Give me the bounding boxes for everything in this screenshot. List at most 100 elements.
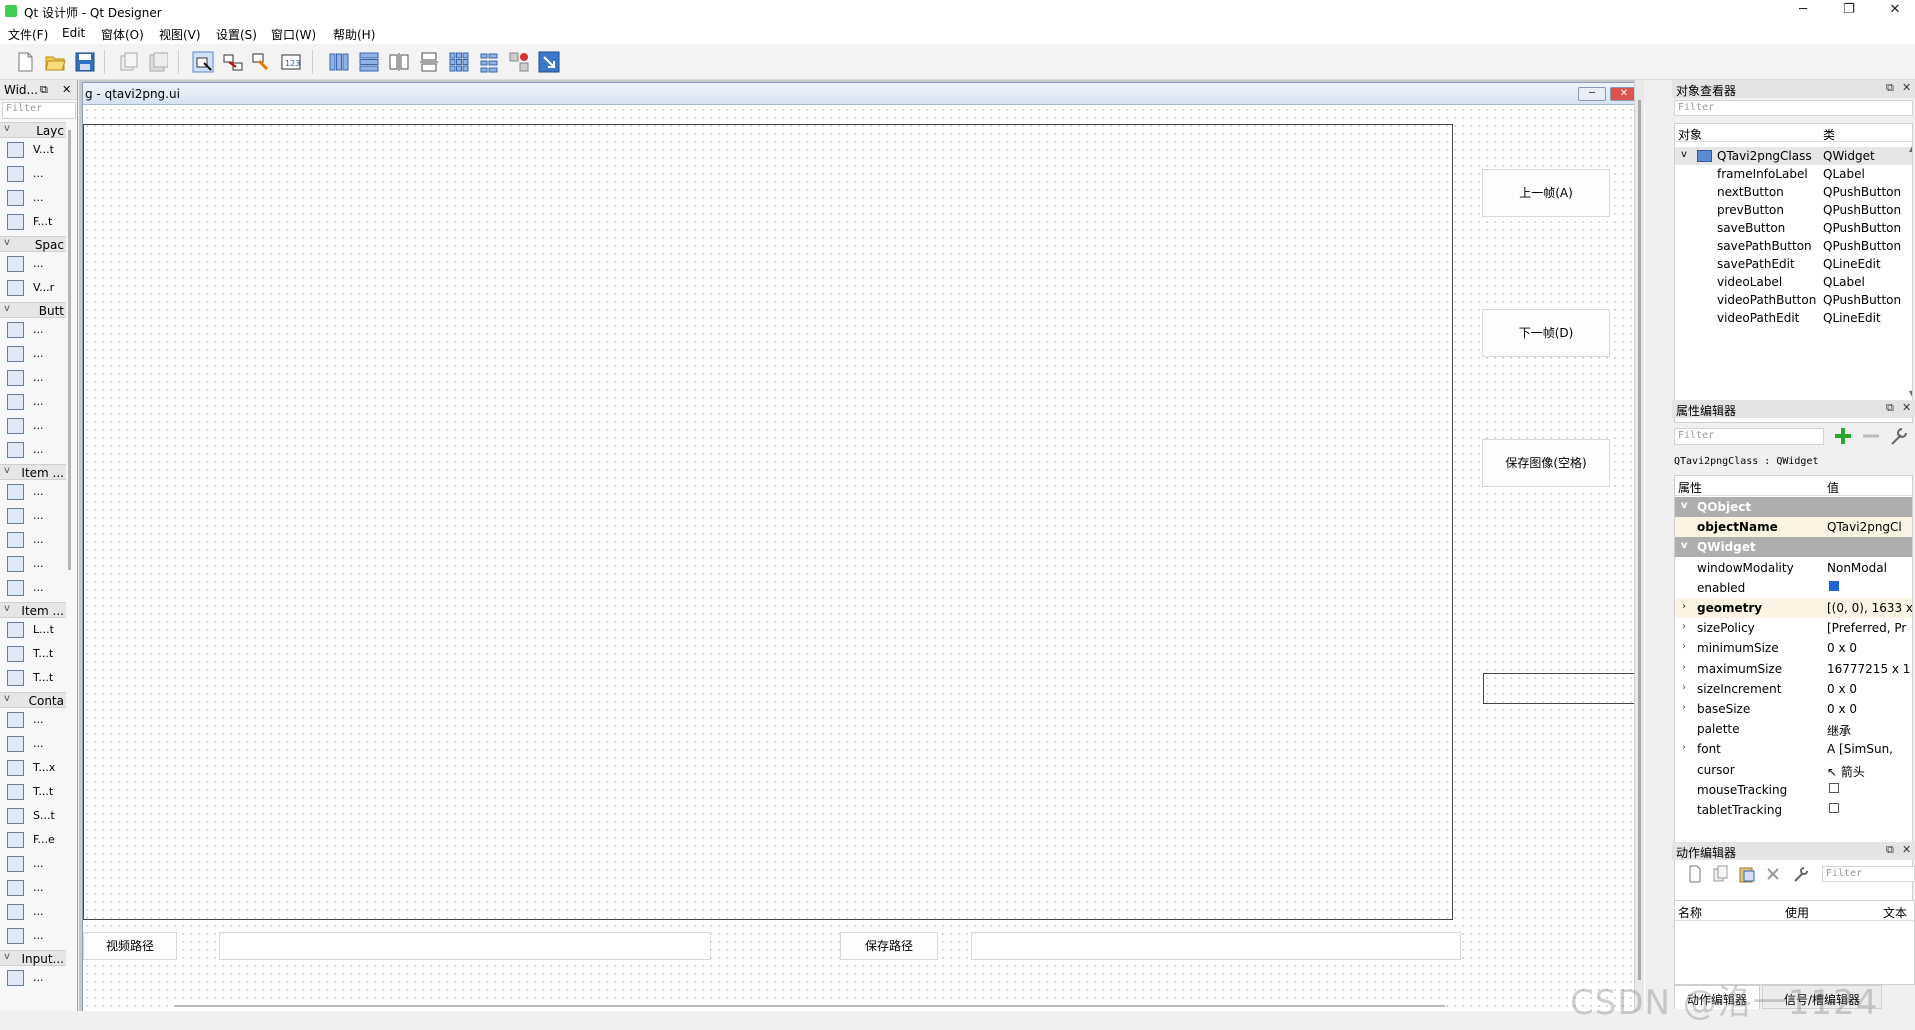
widget-item[interactable]: ... [6, 530, 66, 550]
widget-item[interactable]: ... [6, 578, 66, 598]
column-class[interactable]: 类 [1823, 126, 1835, 143]
object-row[interactable]: videoPathButton QPushButton [1675, 291, 1912, 309]
menu-help[interactable]: 帮助(H) [333, 26, 375, 43]
property-group[interactable]: v QWidget [1675, 537, 1912, 558]
close-icon[interactable]: ✕ [62, 83, 71, 96]
video-path-button[interactable]: 视频路径 [83, 932, 177, 960]
column-object[interactable]: 对象 [1678, 126, 1702, 143]
property-checkbox[interactable] [1829, 803, 1839, 813]
widget-item[interactable]: ... [6, 854, 66, 874]
layout-grid-icon[interactable] [448, 51, 470, 73]
property-row[interactable]: › baseSize 0 x 0 [1675, 699, 1912, 719]
property-value[interactable]: ↖ 箭头 [1827, 763, 1865, 780]
widget-item[interactable]: L...t [6, 620, 66, 640]
widget-category[interactable]: v Spac [0, 236, 66, 252]
widget-category[interactable]: v Conta [0, 692, 66, 708]
widget-item[interactable]: ... [6, 344, 66, 364]
widget-item[interactable]: S...t [6, 806, 66, 826]
property-value[interactable]: A [SimSun, [1827, 742, 1893, 756]
form-horizontal-scrollbar[interactable] [175, 1005, 1445, 1007]
chevron-down-icon[interactable]: v [4, 693, 10, 704]
object-row[interactable]: videoLabel QLabel [1675, 273, 1912, 291]
property-row[interactable]: › sizeIncrement 0 x 0 [1675, 679, 1912, 699]
property-row[interactable]: cursor ↖ 箭头 [1675, 760, 1912, 780]
new-file-icon[interactable] [14, 51, 36, 73]
close-icon[interactable]: ✕ [1902, 843, 1911, 856]
video-label[interactable] [83, 124, 1453, 920]
menu-settings[interactable]: 设置(S) [216, 26, 257, 43]
property-value[interactable]: QTavi2pngCl [1827, 520, 1902, 534]
widget-item[interactable]: V...t [6, 140, 66, 160]
widget-item[interactable]: ... [6, 254, 66, 274]
add-property-icon[interactable] [1832, 425, 1854, 447]
property-row[interactable]: palette 继承 [1675, 719, 1912, 739]
paste-action-icon[interactable] [1738, 865, 1756, 883]
widget-item[interactable]: ... [6, 416, 66, 436]
widget-item[interactable]: T...t [6, 644, 66, 664]
chevron-right-icon[interactable]: › [1682, 641, 1686, 652]
menu-view[interactable]: 视图(V) [159, 26, 201, 43]
chevron-down-icon[interactable]: v [1681, 540, 1688, 551]
widget-category[interactable]: v Butt [0, 302, 66, 318]
property-row[interactable]: windowModality NonModal [1675, 558, 1912, 578]
property-checkbox[interactable] [1829, 782, 1839, 793]
open-folder-icon[interactable] [44, 51, 66, 73]
close-icon[interactable]: ✕ [1902, 81, 1911, 94]
column-name[interactable]: 名称 [1678, 904, 1702, 921]
chevron-right-icon[interactable]: › [1682, 742, 1686, 753]
chevron-down-icon[interactable]: v [4, 603, 10, 614]
chevron-down-icon[interactable]: v [4, 951, 10, 962]
widget-item[interactable]: ... [6, 368, 66, 388]
close-icon[interactable]: ✕ [1902, 401, 1911, 414]
widget-item[interactable]: ... [6, 164, 66, 184]
video-path-edit[interactable] [219, 932, 711, 960]
save-image-button[interactable]: 保存图像(空格) [1482, 439, 1610, 487]
edit-signals-slots-icon[interactable] [222, 51, 244, 73]
adjust-size-icon[interactable] [538, 51, 560, 73]
widget-item[interactable]: ... [6, 878, 66, 898]
menu-edit[interactable]: Edit [62, 26, 85, 40]
layout-horizontal-icon[interactable] [328, 51, 350, 73]
remove-property-icon[interactable] [1860, 425, 1882, 447]
property-row[interactable]: › minimumSize 0 x 0 [1675, 638, 1912, 658]
property-row[interactable]: › geometry [(0, 0), 1633 x [1675, 598, 1912, 618]
layout-vertical-icon[interactable] [358, 51, 380, 73]
widget-item[interactable]: ... [6, 554, 66, 574]
property-row[interactable]: tabletTracking [1675, 800, 1912, 820]
object-row[interactable]: savePathButton QPushButton [1675, 237, 1912, 255]
widget-item[interactable]: ... [6, 392, 66, 412]
property-checkbox[interactable] [1829, 580, 1839, 591]
new-action-icon[interactable] [1686, 865, 1704, 883]
object-row[interactable]: saveButton QPushButton [1675, 219, 1912, 237]
float-icon[interactable]: ⧉ [40, 83, 48, 97]
widget-item[interactable]: T...t [6, 668, 66, 688]
widget-item[interactable]: ... [6, 968, 66, 988]
scrollbar-thumb[interactable] [68, 130, 71, 570]
property-row[interactable]: › font A [SimSun, [1675, 739, 1912, 759]
configure-wrench-icon[interactable] [1888, 425, 1910, 447]
chevron-right-icon[interactable]: › [1682, 702, 1686, 713]
chevron-down-icon[interactable]: v [1681, 500, 1688, 511]
float-icon[interactable]: ⧉ [1886, 81, 1894, 95]
scroll-up-icon[interactable]: ▲ [1909, 144, 1912, 153]
layout-horizontal-splitter-icon[interactable] [388, 51, 410, 73]
copy-icon[interactable] [118, 51, 140, 73]
widget-item[interactable]: ... [6, 926, 66, 946]
object-row[interactable]: frameInfoLabel QLabel [1675, 165, 1912, 183]
widget-item[interactable]: ... [6, 710, 66, 730]
object-row-root[interactable]: v QTavi2pngClass QWidget [1675, 147, 1912, 165]
frame-info-label[interactable] [1483, 673, 1635, 704]
chevron-right-icon[interactable]: › [1682, 662, 1686, 673]
form-minimize-button[interactable]: ─ [1578, 87, 1606, 101]
next-button[interactable]: 下一帧(D) [1482, 309, 1610, 357]
widget-item[interactable]: ... [6, 188, 66, 208]
widget-filter-input[interactable]: Filter [2, 102, 76, 119]
object-tree-scrollbar[interactable]: ▲ ▼ [1908, 144, 1912, 399]
prev-button[interactable]: 上一帧(A) [1482, 169, 1610, 217]
widget-item[interactable]: ... [6, 320, 66, 340]
save-path-edit[interactable] [971, 932, 1461, 960]
property-value[interactable]: [Preferred, Pr [1827, 621, 1906, 635]
widget-item[interactable]: ... [6, 734, 66, 754]
property-row[interactable]: › maximumSize 16777215 x 1 [1675, 659, 1912, 679]
property-row[interactable]: mouseTracking [1675, 780, 1912, 800]
